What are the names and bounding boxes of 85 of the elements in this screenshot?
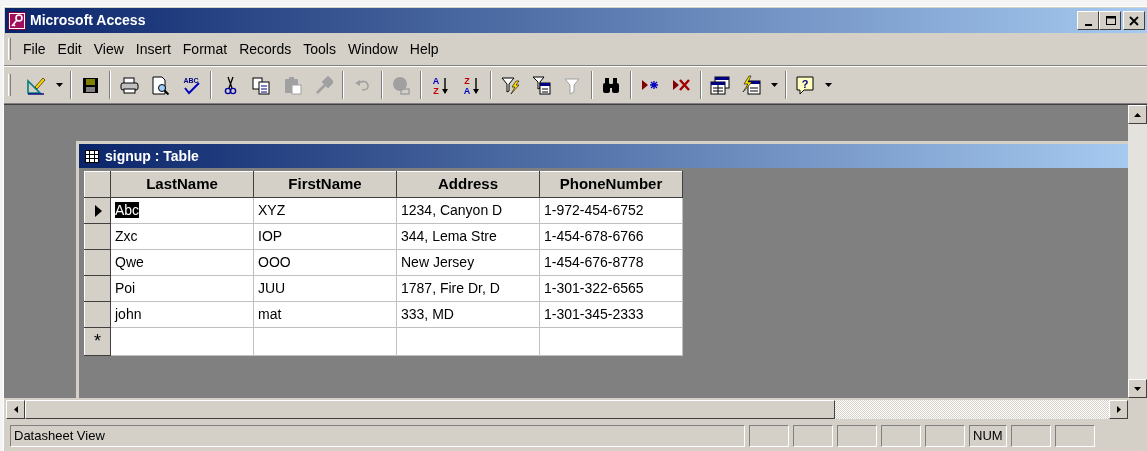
menu-item[interactable]: Records <box>233 36 298 62</box>
menu-item[interactable]: Edit <box>51 36 88 62</box>
column-header[interactable]: Address <box>396 171 540 198</box>
menu-item[interactable]: Window <box>341 36 404 62</box>
table-cell: 1-972-454-6752 <box>539 197 683 224</box>
column-header[interactable]: LastName <box>110 171 254 198</box>
table-cell: 1234, Canyon D <box>396 197 540 224</box>
record-selector[interactable] <box>84 275 111 302</box>
menu-item[interactable]: Help <box>403 36 445 62</box>
status-panel <box>925 425 965 447</box>
menu-item[interactable]: Tools <box>297 36 342 62</box>
caret-icon <box>55 83 63 87</box>
scroll-right-button[interactable] <box>1109 400 1128 419</box>
status-panel <box>837 425 877 447</box>
record-selector[interactable] <box>84 301 111 328</box>
menu-item[interactable]: Format <box>176 36 234 62</box>
table-cell: IOP <box>253 223 397 250</box>
new-record-marker[interactable]: * <box>84 327 111 356</box>
scroll-up-button[interactable] <box>1128 105 1147 124</box>
status-panel <box>1010 425 1051 447</box>
page-magnifier-icon <box>150 75 170 95</box>
status-panel <box>749 425 789 447</box>
table-cell: john <box>110 301 254 328</box>
table-cell: mat <box>253 301 397 328</box>
minimize-icon <box>1084 23 1092 26</box>
status-text: Datasheet View <box>10 425 745 447</box>
clipboard-icon <box>282 75 302 95</box>
caret-icon <box>824 83 832 87</box>
minimize-button[interactable] <box>1077 11 1099 30</box>
table-cell: OOO <box>253 249 397 276</box>
table-cell: Poi <box>110 275 254 302</box>
datasheet-icon <box>85 149 99 163</box>
column-header[interactable]: PhoneNumber <box>539 171 683 198</box>
windows-icon <box>710 75 730 95</box>
down-arrow-icon <box>1134 386 1141 391</box>
close-icon <box>1128 14 1140 27</box>
scroll-down-button[interactable] <box>1128 379 1147 398</box>
menu-item[interactable]: View <box>87 36 130 62</box>
maximize-icon <box>1104 14 1116 27</box>
table-cell: 344, Lema Stre <box>396 223 540 250</box>
close-button[interactable] <box>1123 11 1145 30</box>
globe-link-icon <box>391 75 411 95</box>
vertical-scrollbar[interactable] <box>1128 105 1147 398</box>
funnel-form-icon <box>531 75 551 95</box>
key-icon <box>8 11 26 30</box>
menu-item[interactable]: Insert <box>129 36 177 62</box>
table-cell: Zxc <box>110 223 254 250</box>
set-square-pencil-icon <box>26 75 46 95</box>
binoculars-icon <box>601 75 621 95</box>
table-cell: Abc <box>110 197 254 224</box>
table-cell: 1-454-678-6766 <box>539 223 683 250</box>
status-panel <box>793 425 833 447</box>
up-arrow-icon <box>1134 112 1141 117</box>
caret-icon <box>770 83 778 87</box>
status-panel <box>881 425 921 447</box>
window-title: Microsoft Access <box>30 11 147 30</box>
maximize-button[interactable] <box>1099 11 1121 30</box>
num-lock-indicator: NUM <box>969 425 1007 447</box>
documents-icon <box>251 75 271 95</box>
menu-item[interactable]: File <box>17 36 52 62</box>
lightning-form-icon <box>741 75 761 95</box>
record-selector[interactable] <box>84 197 111 224</box>
window-title: signup : Table <box>105 146 199 166</box>
right-arrow-icon <box>1116 406 1121 413</box>
table-cell: 333, MD <box>396 301 540 328</box>
record-selector[interactable] <box>84 249 111 276</box>
table-cell: 1-301-345-2333 <box>539 301 683 328</box>
table-cell: Qwe <box>110 249 254 276</box>
record-selector[interactable] <box>84 223 111 250</box>
printer-icon <box>119 75 139 95</box>
table-cell: JUU <box>253 275 397 302</box>
funnel-icon <box>562 75 582 95</box>
select-all-corner[interactable] <box>84 171 111 198</box>
current-record-icon <box>93 205 102 218</box>
funnel-lightning-icon <box>500 75 520 95</box>
horizontal-scrollbar[interactable] <box>25 400 1109 419</box>
status-panel <box>1054 425 1095 447</box>
table-cell: XYZ <box>253 197 397 224</box>
scroll-left-button[interactable] <box>6 400 25 419</box>
column-header[interactable]: FirstName <box>253 171 397 198</box>
table-cell: 1-301-322-6565 <box>539 275 683 302</box>
left-arrow-icon <box>13 406 18 413</box>
table-cell: 1787, Fire Dr, D <box>396 275 540 302</box>
table-cell: 1-454-676-8778 <box>539 249 683 276</box>
table-cell: New Jersey <box>396 249 540 276</box>
